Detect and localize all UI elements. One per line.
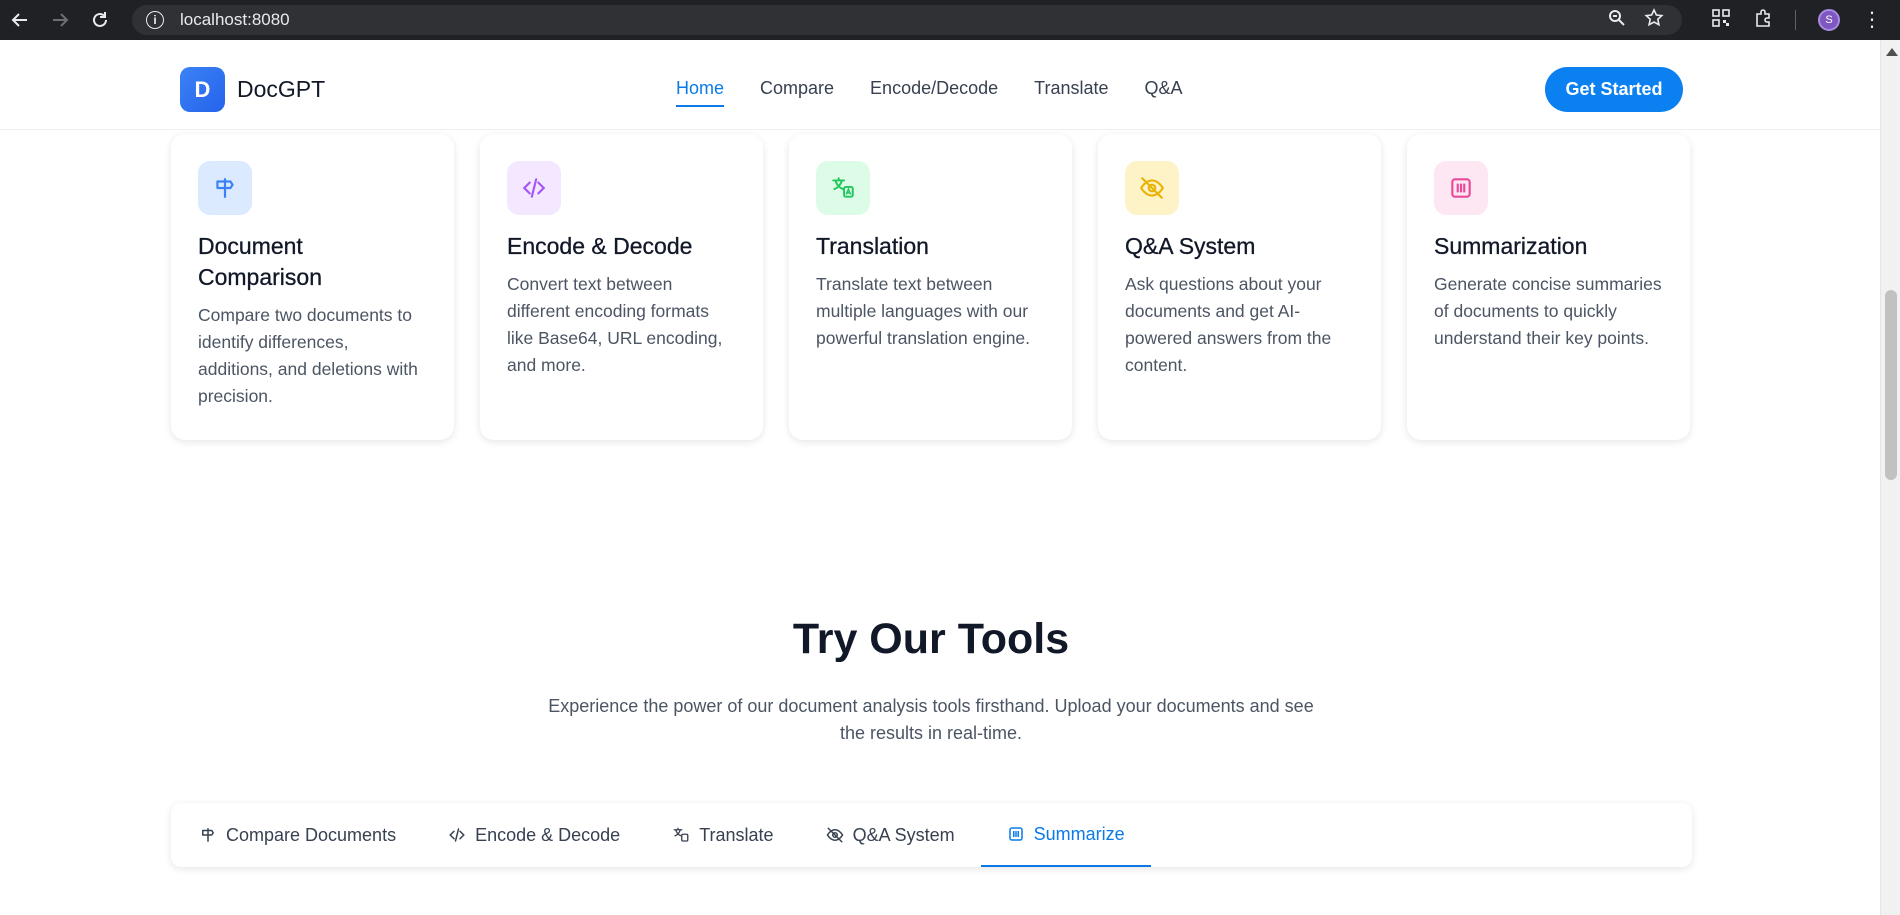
nav-compare[interactable]: Compare bbox=[760, 78, 834, 107]
site-info-icon[interactable]: i bbox=[146, 11, 164, 29]
feature-card-comparison[interactable]: Document Comparison Compare two document… bbox=[171, 134, 454, 440]
nav-encode-decode[interactable]: Encode/Decode bbox=[870, 78, 998, 107]
forward-icon[interactable] bbox=[40, 0, 80, 40]
tab-label: Translate bbox=[699, 824, 774, 845]
toolbar-divider bbox=[1795, 10, 1796, 30]
feature-desc: Translate text between multiple language… bbox=[816, 274, 1031, 348]
tab-encode-decode[interactable]: Encode & Decode bbox=[422, 803, 646, 867]
extensions-icon[interactable] bbox=[1753, 8, 1773, 33]
tab-translate[interactable]: Translate bbox=[646, 803, 799, 867]
tools-section-title: Try Our Tools bbox=[792, 615, 1070, 663]
signpost-icon bbox=[202, 828, 214, 842]
feature-desc: Ask questions about your documents and g… bbox=[1125, 274, 1332, 375]
nav-home[interactable]: Home bbox=[676, 78, 725, 107]
feature-card-encode[interactable]: Encode & Decode Convert text between dif… bbox=[480, 134, 763, 440]
eye-off-icon bbox=[1125, 161, 1179, 215]
tab-label: Q&A System bbox=[852, 824, 955, 845]
tools-tabs: Compare Documents Encode & Decode Transl… bbox=[171, 803, 1692, 867]
feature-title: Translation bbox=[816, 233, 929, 259]
bookmark-star-icon[interactable] bbox=[1644, 7, 1664, 33]
eye-off-icon bbox=[826, 827, 843, 843]
profile-avatar[interactable]: S bbox=[1818, 9, 1840, 31]
menu-dots-icon[interactable]: ⋮ bbox=[1862, 10, 1882, 30]
feature-card-translation[interactable]: Translation Translate text between multi… bbox=[789, 134, 1072, 440]
get-started-button[interactable]: Get Started bbox=[1545, 67, 1683, 112]
feature-title: Summarization bbox=[1434, 233, 1588, 259]
translate-icon bbox=[816, 161, 870, 215]
main-nav: Home Compare Encode/Decode Translate Q&A bbox=[676, 78, 1183, 107]
feature-title: Encode & Decode bbox=[507, 233, 693, 259]
tools-section-desc: Experience the power of our document ana… bbox=[548, 696, 1314, 743]
reload-icon[interactable] bbox=[80, 0, 120, 40]
tab-summarize[interactable]: Summarize bbox=[980, 803, 1151, 867]
url-text: localhost:8080 bbox=[180, 10, 290, 29]
logo[interactable]: D DocGPT bbox=[180, 67, 325, 112]
summary-icon bbox=[1434, 161, 1488, 215]
scroll-thumb[interactable] bbox=[1885, 290, 1897, 480]
zoom-icon[interactable] bbox=[1608, 9, 1626, 32]
summary-icon bbox=[1008, 827, 1023, 841]
tab-compare-documents[interactable]: Compare Documents bbox=[199, 803, 422, 867]
feature-title: Q&A System bbox=[1125, 233, 1256, 259]
qr-code-icon[interactable] bbox=[1711, 8, 1731, 33]
tab-label: Summarize bbox=[1033, 823, 1125, 844]
feature-cards: Document Comparison Compare two document… bbox=[171, 134, 1690, 440]
page-scrollbar[interactable] bbox=[1880, 40, 1900, 915]
nav-translate[interactable]: Translate bbox=[1034, 78, 1108, 107]
feature-card-summarization[interactable]: Summarization Generate concise summaries… bbox=[1407, 134, 1690, 440]
address-bar[interactable]: i localhost:8080 bbox=[132, 5, 1682, 35]
feature-card-qa[interactable]: Q&A System Ask questions about your docu… bbox=[1098, 134, 1381, 440]
browser-toolbar: i localhost:8080 S ⋮ bbox=[0, 0, 1900, 40]
code-icon bbox=[449, 828, 465, 842]
code-icon bbox=[507, 161, 561, 215]
translate-icon bbox=[673, 827, 689, 842]
tab-label: Compare Documents bbox=[226, 824, 397, 845]
feature-desc: Generate concise summaries of documents … bbox=[1434, 274, 1662, 348]
feature-desc: Compare two documents to identify differ… bbox=[198, 305, 418, 406]
signpost-icon bbox=[198, 161, 252, 215]
feature-title: Document Comparison bbox=[198, 233, 322, 290]
tab-qa-system[interactable]: Q&A System bbox=[800, 803, 981, 867]
logo-text: DocGPT bbox=[237, 76, 326, 102]
tab-label: Encode & Decode bbox=[475, 824, 621, 845]
back-icon[interactable] bbox=[0, 0, 40, 40]
nav-qa[interactable]: Q&A bbox=[1145, 78, 1183, 107]
site-header: D DocGPT Home Compare Encode/Decode Tran… bbox=[0, 40, 1880, 130]
scroll-up-arrow-icon[interactable] bbox=[1886, 48, 1898, 56]
feature-desc: Convert text between different encoding … bbox=[507, 274, 723, 375]
logo-mark: D bbox=[180, 67, 225, 112]
